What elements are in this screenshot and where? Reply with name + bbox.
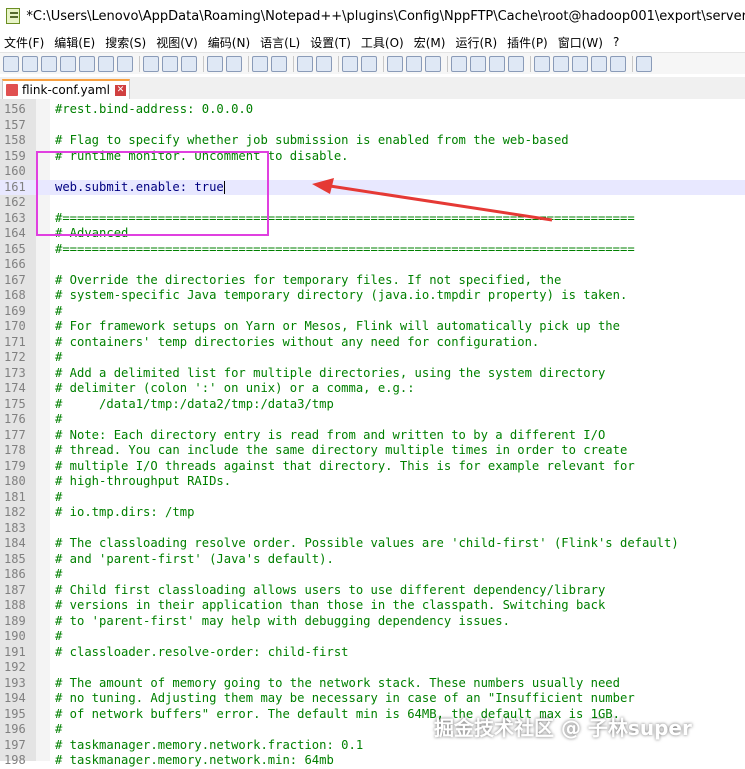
- annotation-arrow: [312, 178, 553, 222]
- arrow-head: [312, 178, 334, 194]
- watermark: 掘金技术社区 @ 子林super: [434, 716, 692, 740]
- arrow-shaft: [329, 184, 553, 222]
